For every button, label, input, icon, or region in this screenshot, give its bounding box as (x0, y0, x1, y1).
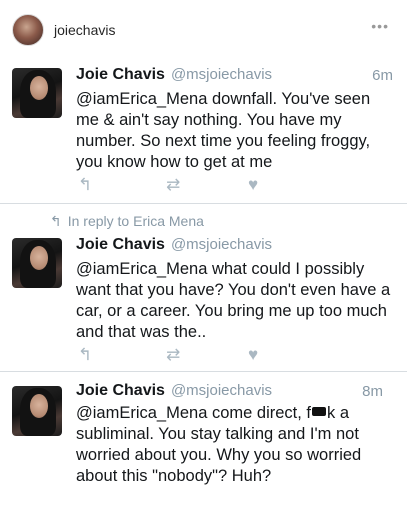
tweet-2: Joie Chavis @msjoiechavis @iamErica_Mena … (0, 232, 407, 372)
tweet-header: Joie Chavis @msjoiechavis (76, 382, 272, 400)
tweet-timestamp[interactable]: 8m (362, 383, 383, 400)
avatar-face (30, 246, 48, 270)
tweet-author-name[interactable]: Joie Chavis (76, 382, 165, 399)
tweet-avatar[interactable] (12, 386, 62, 436)
tweet-text-part-1: @iamErica_Mena come direct, f (76, 404, 311, 422)
reply-icon[interactable]: ↰ (78, 346, 92, 364)
censor-bar (312, 407, 326, 416)
avatar-face (30, 394, 48, 418)
heart-icon[interactable]: ♥ (248, 346, 258, 364)
tweet-timestamp[interactable]: 6m (372, 67, 393, 84)
tweet-header: Joie Chavis @msjoiechavis (76, 236, 272, 254)
tweet-header: Joie Chavis @msjoiechavis (76, 66, 272, 84)
tweet-author-handle[interactable]: @msjoiechavis (171, 66, 272, 83)
tweet-avatar[interactable] (12, 238, 62, 288)
tweet-text: @iamErica_Mena come direct, fk a sublimi… (76, 403, 396, 487)
reply-arrow-icon: ↰ (50, 213, 62, 229)
profile-username[interactable]: joiechavis (54, 22, 115, 38)
tweet-author-name[interactable]: Joie Chavis (76, 66, 165, 83)
tweet-text: @iamErica_Mena downfall. You've seen me … (76, 90, 371, 171)
heart-icon[interactable]: ♥ (248, 176, 258, 194)
tweet-author-handle[interactable]: @msjoiechavis (171, 382, 272, 399)
reply-context[interactable]: ↰ In reply to Erica Mena (50, 213, 204, 230)
tweet-actions: ↰ ⇄ ♥ (78, 346, 278, 364)
reply-context-label: In reply to Erica Mena (67, 213, 204, 229)
tweet-3: Joie Chavis @msjoiechavis 8m @iamErica_Me… (0, 378, 407, 510)
reply-icon[interactable]: ↰ (78, 176, 92, 194)
more-dots-icon[interactable]: ••• (371, 18, 389, 34)
tweet-text: @iamErica_Mena what could I possibly wan… (76, 260, 391, 341)
tweet-avatar[interactable] (12, 68, 62, 118)
instagram-post-header: joiechavis ••• (0, 0, 407, 58)
tweet-actions: ↰ ⇄ ♥ (78, 176, 278, 194)
avatar-face (30, 76, 48, 100)
tweet-author-name[interactable]: Joie Chavis (76, 236, 165, 253)
retweet-icon[interactable]: ⇄ (166, 176, 180, 194)
tweet-author-handle[interactable]: @msjoiechavis (171, 236, 272, 253)
retweet-icon[interactable]: ⇄ (166, 346, 180, 364)
profile-avatar[interactable] (12, 14, 44, 46)
tweet-1: Joie Chavis @msjoiechavis 6m @iamErica_Me… (0, 58, 407, 204)
